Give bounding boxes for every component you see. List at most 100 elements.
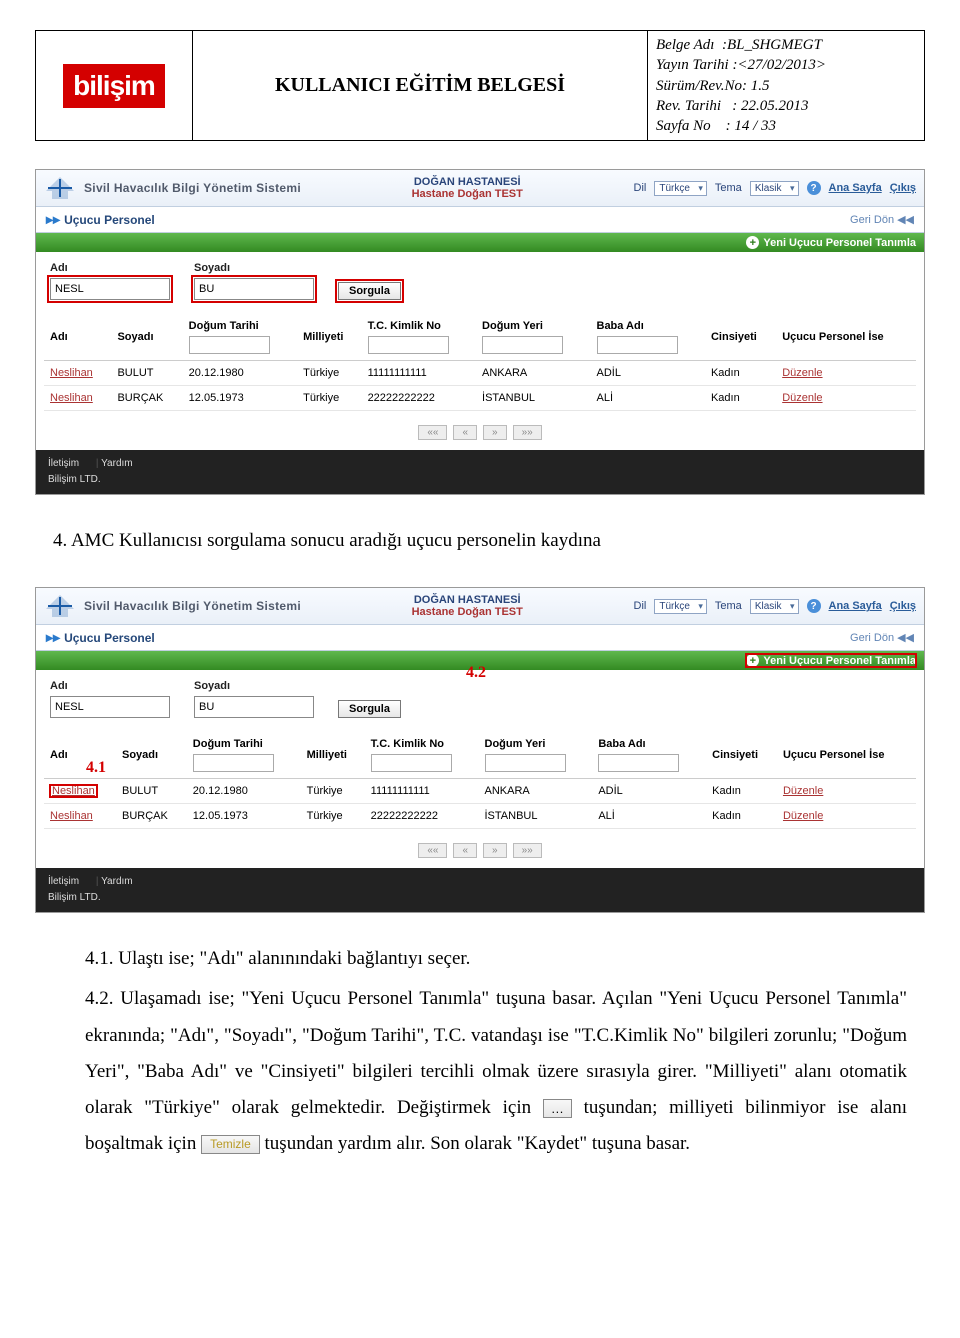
help-icon[interactable]: ?	[807, 181, 821, 195]
item-4-1: 4.1. Ulaştı ise; "Adı" alanınındaki bağl…	[85, 941, 907, 977]
back-link-text: Geri Dön	[850, 632, 894, 644]
dil-select[interactable]: Türkçe	[654, 181, 707, 196]
row-dogumyeri: ANKARA	[476, 361, 590, 386]
col-tc: T.C. Kimlik No	[365, 732, 479, 779]
meta-surum-value: 1.5	[751, 78, 770, 94]
pager: «« « » »»	[36, 837, 924, 868]
meta-sayfa-value: : 14 / 33	[726, 118, 776, 134]
footer-yardim-link[interactable]: Yardım	[101, 458, 133, 469]
tema-select[interactable]: Klasik	[750, 599, 799, 614]
meta-yayin-value: :<27/02/2013>	[732, 57, 826, 73]
sorgula-button[interactable]: Sorgula	[338, 282, 401, 300]
pager-first[interactable]: ««	[418, 425, 447, 440]
pager-prev[interactable]: «	[453, 843, 477, 858]
home-link[interactable]: Ana Sayfa	[829, 182, 882, 194]
row-adi-link[interactable]: Neslihan	[44, 386, 111, 411]
row-adi-link[interactable]: Neslihan	[50, 785, 97, 797]
row-tc: 22222222222	[365, 804, 479, 829]
footer-iletisim-link[interactable]: İletişim	[48, 458, 79, 469]
back-link[interactable]: Geri Dön ◀◀	[850, 631, 914, 644]
results-table: Adı Soyadı Doğum Tarihi Milliyeti T.C. K…	[44, 314, 916, 411]
row-milliyeti: Türkiye	[301, 779, 365, 804]
breadcrumb-bar: ▸▸ Uçucu Personel Geri Dön ◀◀	[36, 207, 924, 233]
new-personnel-button[interactable]: + Yeni Uçucu Personel Tanımla	[746, 236, 916, 249]
col-tc: T.C. Kimlik No	[362, 314, 476, 361]
back-link[interactable]: Geri Dön ◀◀	[850, 213, 914, 226]
home-link[interactable]: Ana Sayfa	[829, 600, 882, 612]
back-link-text: Geri Dön	[850, 214, 894, 226]
row-adi-link[interactable]: Neslihan	[44, 361, 111, 386]
col-cinsiyeti: Cinsiyeti	[705, 314, 776, 361]
footer-company: Bilişim LTD.	[48, 890, 912, 906]
col-milliyeti: Milliyeti	[301, 732, 365, 779]
action-bar: + Yeni Uçucu Personel Tanımla	[36, 233, 924, 252]
row-adi-link[interactable]: Neslihan	[44, 804, 116, 829]
app-hospital-block: DOĞAN HASTANESİ Hastane Doğan TEST	[412, 594, 523, 618]
footer-iletisim-link[interactable]: İletişim	[48, 876, 79, 887]
dil-label: Dil	[634, 600, 647, 612]
meta-revt-value: : 22.05.2013	[732, 98, 808, 114]
pager-next[interactable]: »	[483, 843, 507, 858]
table-row: Neslihan BURÇAK 12.05.1973 Türkiye 22222…	[44, 386, 916, 411]
pager-last[interactable]: »»	[513, 425, 542, 440]
breadcrumb-arrow-icon: ▸▸	[46, 211, 60, 228]
pager-prev[interactable]: «	[453, 425, 477, 440]
back-arrow-icon: ◀◀	[897, 213, 914, 226]
sorgula-button[interactable]: Sorgula	[338, 700, 401, 718]
filter-babaadi[interactable]	[597, 336, 678, 354]
search-adi-input[interactable]	[50, 696, 170, 718]
filter-dogumyeri[interactable]	[485, 754, 566, 772]
row-duzenle-link[interactable]: Düzenle	[777, 779, 916, 804]
row-tc: 11111111111	[362, 361, 476, 386]
col-babaadi: Baba Adı	[591, 314, 705, 361]
meta-yayin-label: Yayın Tarihi	[656, 57, 729, 73]
item-4-2: 4.2. Ulaşamadı ise; "Yeni Uçucu Personel…	[85, 981, 907, 1161]
pager-last[interactable]: »»	[513, 843, 542, 858]
new-personnel-label: Yeni Uçucu Personel Tanımla	[763, 237, 916, 249]
dil-select[interactable]: Türkçe	[654, 599, 707, 614]
breadcrumb-title: Uçucu Personel	[64, 631, 155, 645]
back-arrow-icon: ◀◀	[897, 631, 914, 644]
filter-dogumtarihi[interactable]	[193, 754, 274, 772]
meta-revt-label: Rev. Tarihi	[656, 98, 721, 114]
pager-next[interactable]: »	[483, 425, 507, 440]
col-soyadi: Soyadı	[116, 732, 187, 779]
breadcrumb-arrow-icon: ▸▸	[46, 629, 60, 646]
screenshot-1: Sivil Havacılık Bilgi Yönetim Sistemi DO…	[35, 169, 925, 495]
footer-yardim-link[interactable]: Yardım	[101, 876, 133, 887]
row-duzenle-link[interactable]: Düzenle	[776, 361, 916, 386]
pager-first[interactable]: ««	[418, 843, 447, 858]
new-personnel-button[interactable]: + Yeni Uçucu Personel Tanımla	[746, 654, 916, 667]
logout-link[interactable]: Çıkış	[890, 600, 916, 612]
search-row: Adı Soyadı Sorgula 4.2	[36, 670, 924, 728]
search-soyadi-label: Soyadı	[194, 680, 314, 692]
search-soyadi-input[interactable]	[194, 696, 314, 718]
row-dogumtarihi: 20.12.1980	[183, 361, 297, 386]
row-soyadi: BULUT	[111, 361, 182, 386]
help-icon[interactable]: ?	[807, 599, 821, 613]
filter-dogumyeri[interactable]	[482, 336, 563, 354]
meta-surum-label: Sürüm/Rev.No:	[656, 78, 747, 94]
row-milliyeti: Türkiye	[297, 386, 361, 411]
row-duzenle-link[interactable]: Düzenle	[777, 804, 916, 829]
app-footer: İletişim | Yardım Bilişim LTD.	[36, 450, 924, 494]
row-dogumyeri: İSTANBUL	[479, 804, 593, 829]
logo-cell: bilişim	[36, 31, 193, 141]
filter-tc[interactable]	[368, 336, 449, 354]
filter-dogumtarihi[interactable]	[189, 336, 270, 354]
filter-tc[interactable]	[371, 754, 452, 772]
search-adi-input[interactable]	[50, 278, 170, 300]
doc-title: KULLANICI EĞİTİM BELGESİ	[193, 31, 648, 141]
row-dogumtarihi: 12.05.1973	[187, 804, 301, 829]
col-dogumtarihi: Doğum Tarihi	[183, 314, 297, 361]
filter-babaadi[interactable]	[598, 754, 679, 772]
col-soyadi: Soyadı	[111, 314, 182, 361]
table-row: Neslihan BULUT 20.12.1980 Türkiye 111111…	[44, 361, 916, 386]
col-dogumyeri: Doğum Yeri	[479, 732, 593, 779]
search-soyadi-input[interactable]	[194, 278, 314, 300]
tema-select[interactable]: Klasik	[750, 181, 799, 196]
hospital-line2: Hastane Doğan TEST	[412, 188, 523, 200]
logout-link[interactable]: Çıkış	[890, 182, 916, 194]
row-duzenle-link[interactable]: Düzenle	[776, 386, 916, 411]
row-babaadi: ADİL	[591, 361, 705, 386]
